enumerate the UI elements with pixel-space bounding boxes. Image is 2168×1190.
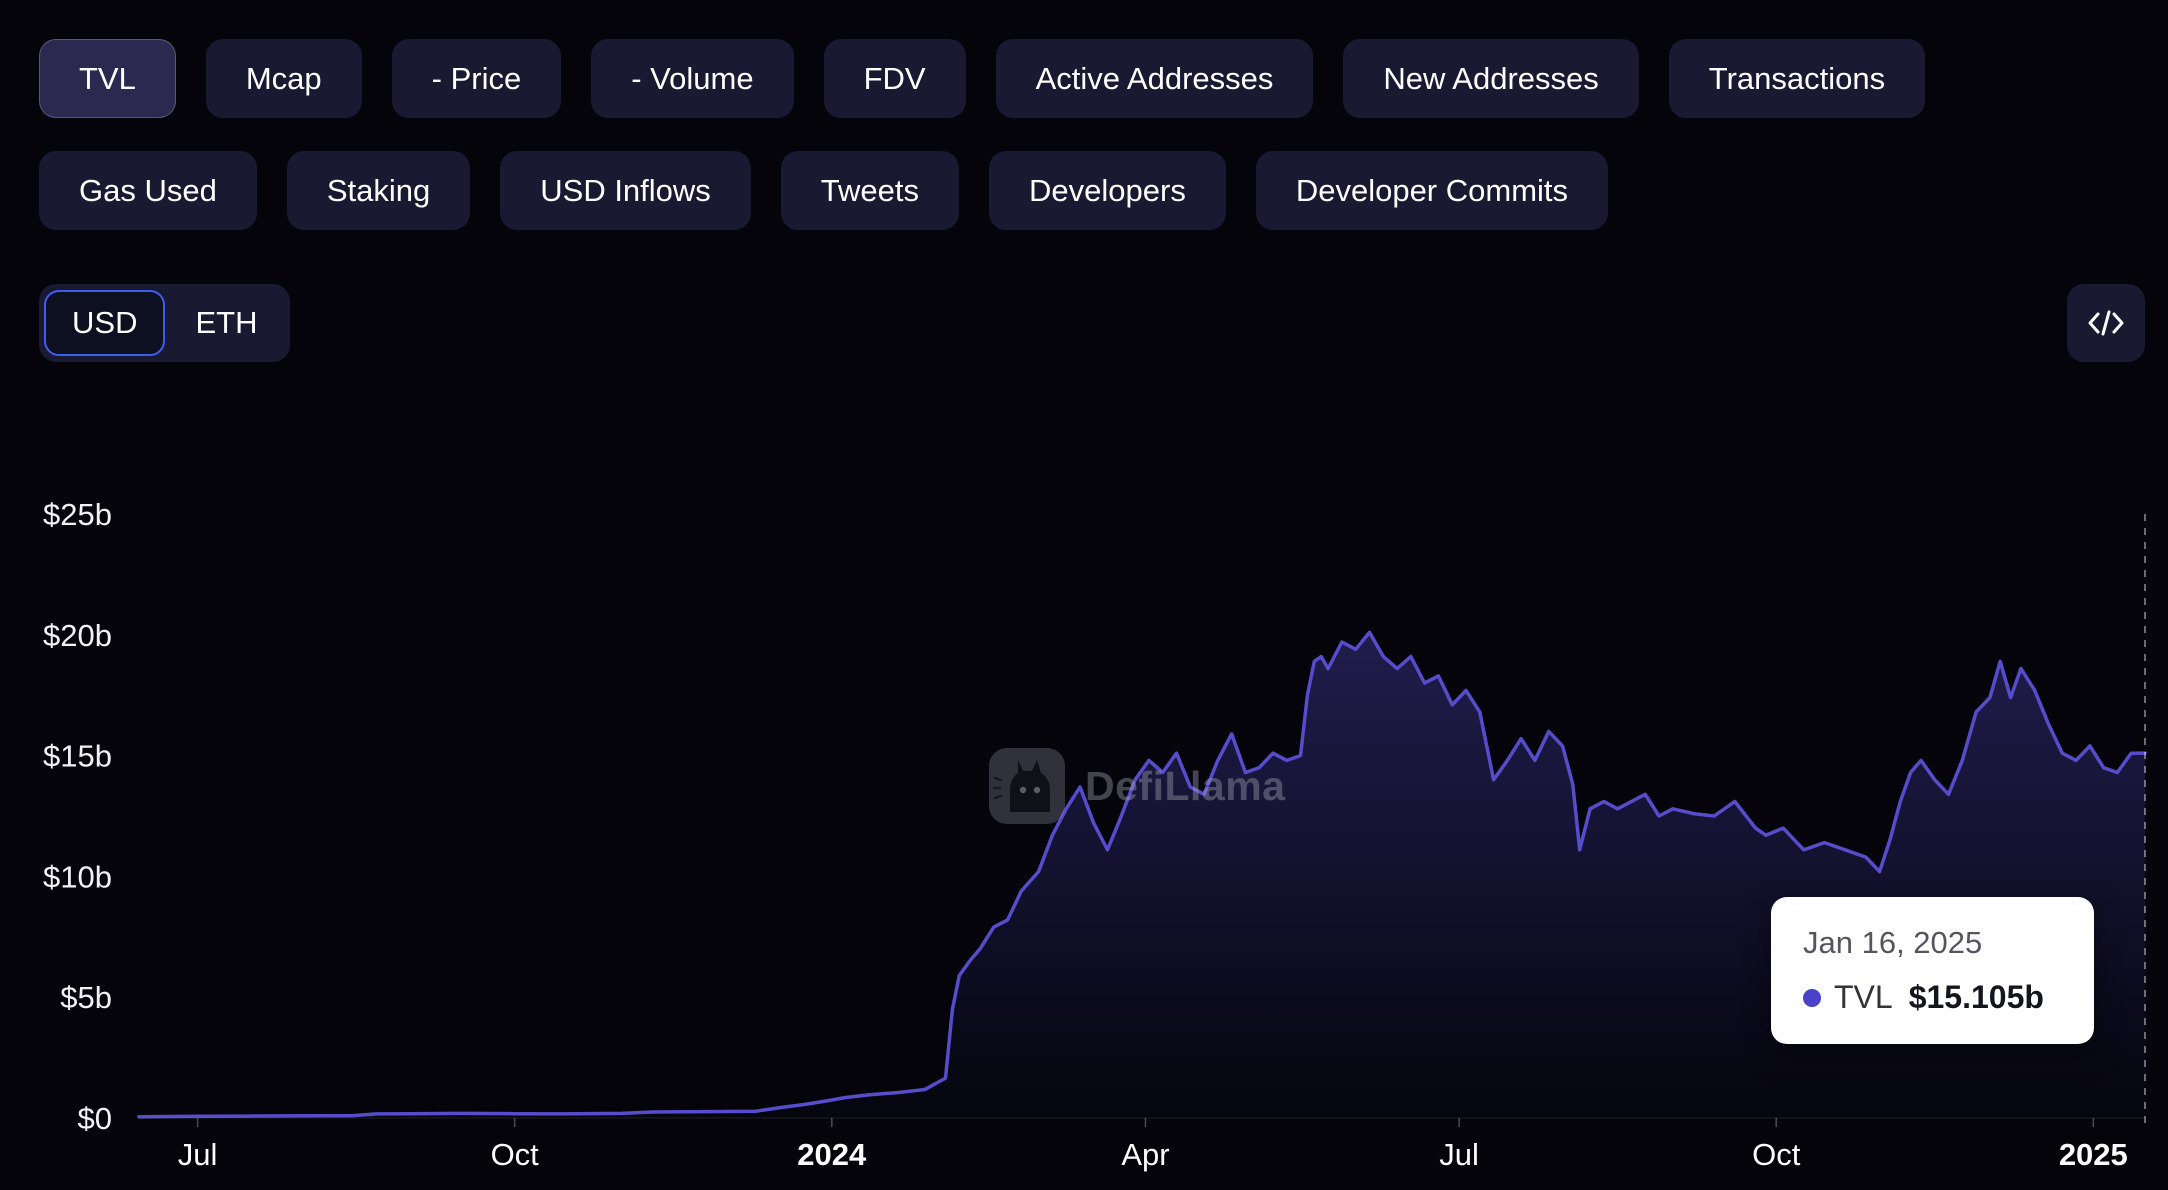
y-axis-tick-label: $25b <box>43 497 112 532</box>
x-axis-tick-label: Oct <box>1752 1137 1801 1172</box>
tooltip-series-name: TVL <box>1834 979 1893 1015</box>
x-axis-tick-label: 2025 <box>2059 1137 2128 1172</box>
y-axis-tick-label: $10b <box>43 859 112 894</box>
series-marker-dot <box>1803 988 1821 1007</box>
y-axis-tick-label: $15b <box>43 739 112 774</box>
tvl-area-fill <box>139 632 2145 1118</box>
x-axis-tick-label: 2024 <box>797 1137 867 1172</box>
y-axis-tick-label: $0 <box>78 1101 112 1136</box>
x-axis-tick-label: Oct <box>491 1137 540 1172</box>
tooltip-series-row: TVL $15.105b <box>1803 979 2062 1016</box>
x-axis-tick-label: Apr <box>1121 1137 1169 1172</box>
chart-tooltip: Jan 16, 2025 TVL $15.105b <box>1771 897 2094 1044</box>
tooltip-value: $15.105b <box>1908 979 2044 1015</box>
x-axis-tick-label: Jul <box>178 1137 218 1172</box>
tooltip-date: Jan 16, 2025 <box>1803 925 1983 960</box>
x-axis-tick-label: Jul <box>1439 1137 1479 1172</box>
y-axis-tick-label: $20b <box>43 618 112 653</box>
y-axis-tick-label: $5b <box>60 980 112 1015</box>
